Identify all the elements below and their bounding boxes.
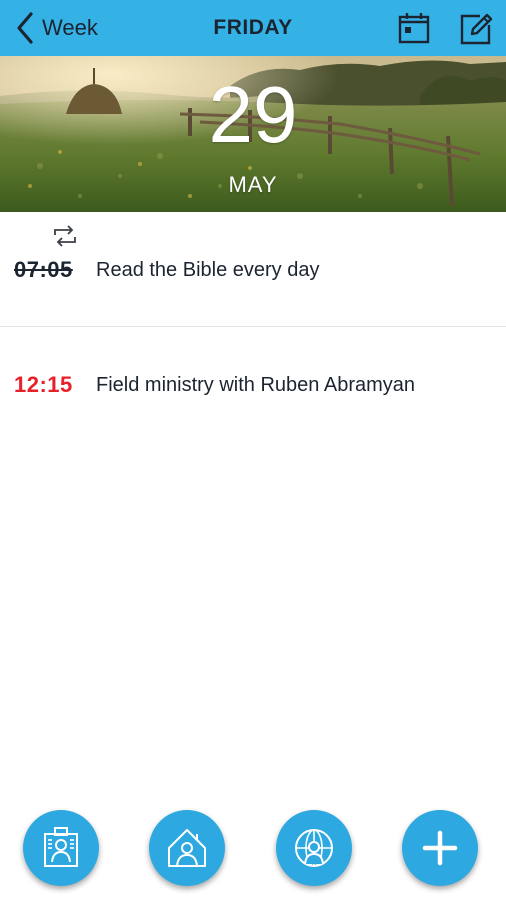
top-bar: Week FRIDAY: [0, 0, 506, 56]
event-title: Field ministry with Ruben Abramyan: [96, 374, 416, 396]
app-screen: Week FRIDAY 29 MAY 07:05 Read the Bible …: [0, 0, 506, 900]
back-button[interactable]: Week: [12, 8, 98, 48]
date-day: 29: [208, 70, 298, 159]
event-item[interactable]: 07:05 Read the Bible every day: [0, 212, 506, 327]
chevron-left-icon: [17, 12, 33, 44]
territory-button[interactable]: [276, 810, 352, 886]
event-time: 12:15: [14, 372, 73, 397]
contact-card-button[interactable]: [23, 810, 99, 886]
back-label: Week: [42, 15, 98, 40]
globe-person-icon: [295, 829, 333, 867]
event-title: Read the Bible every day: [96, 259, 320, 281]
event-time: 07:05: [14, 257, 73, 282]
edit-button[interactable]: [458, 10, 494, 46]
event-item[interactable]: 12:15 Field ministry with Ruben Abramyan: [0, 327, 506, 441]
contact-card-icon: [44, 827, 78, 867]
calendar-icon: [398, 13, 430, 44]
add-event-button[interactable]: [402, 810, 478, 886]
date-month: MAY: [228, 172, 278, 197]
date-hero: 29 MAY: [0, 56, 506, 212]
calendar-button[interactable]: [396, 10, 432, 46]
repeat-icon: [54, 225, 76, 247]
house-person-icon: [168, 829, 206, 867]
householder-button[interactable]: [149, 810, 225, 886]
edit-icon: [460, 13, 493, 45]
plus-icon: [422, 830, 458, 866]
event-list: 07:05 Read the Bible every day 12:15 Fie…: [0, 212, 506, 441]
